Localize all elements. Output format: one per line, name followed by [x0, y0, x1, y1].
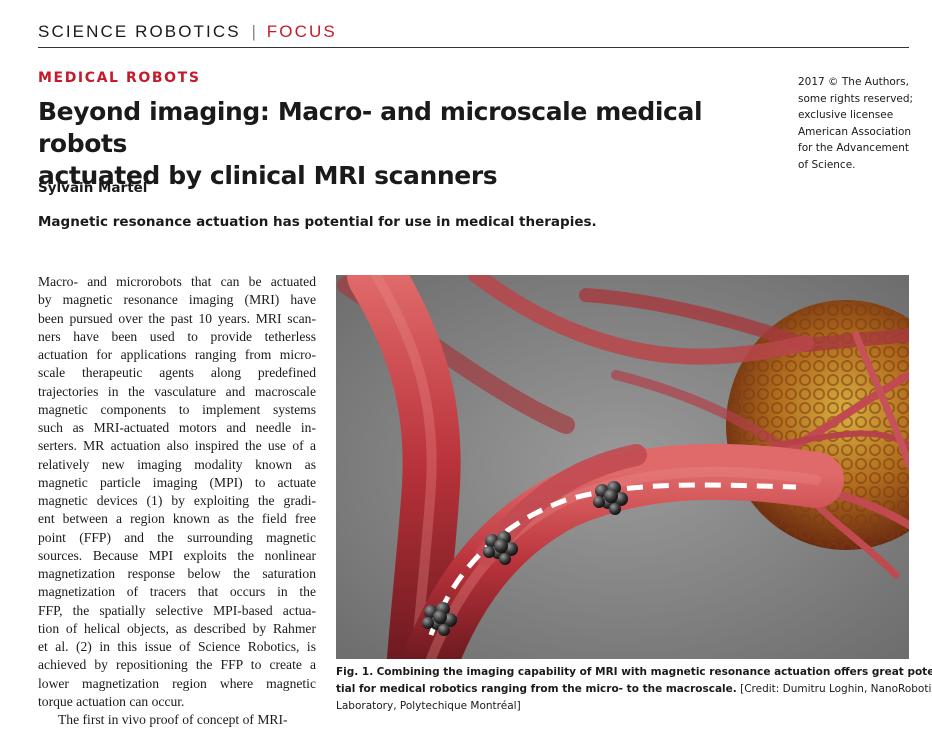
caption-line: tial for medical robotics ranging from t…: [336, 681, 932, 698]
copyright-notice: 2017 © The Authors, some rights reserved…: [798, 74, 918, 173]
figure-image: [336, 275, 909, 659]
body-line: sources. Because MPI exploits the nonlin…: [38, 547, 316, 563]
title-line: actuated by clinical MRI scanners: [38, 161, 498, 190]
copyright-line: of Science.: [798, 158, 856, 171]
body-line: magnetization of tracers that occurs in …: [38, 584, 316, 600]
body-line: FFP, the spatially selective MPI-based a…: [38, 602, 316, 618]
header-rule: [38, 47, 909, 48]
caption-credit: [Credit: Dumitru Loghin, NanoRobotics: [740, 683, 932, 695]
body-text: Macro- and microrobots that can be actua…: [38, 273, 316, 729]
article-summary: Magnetic resonance actuation has potenti…: [38, 214, 597, 230]
body-line: The first in vivo proof of concept of MR…: [58, 712, 288, 727]
copyright-line: for the Advancement: [798, 142, 910, 154]
body-line: by magnetic resonance imaging (MRI) have: [38, 292, 316, 308]
vessel-illustration: [336, 275, 909, 659]
author-name: Sylvain Martel: [38, 180, 148, 196]
body-line: et al. (2) in this issue of Science Robo…: [38, 639, 316, 654]
journal-header: SCIENCE ROBOTICS | FOCUS: [38, 22, 337, 42]
caption-line: Fig. 1. Combining the imaging capability…: [336, 664, 932, 681]
body-line: ners have been used to provide tetherles…: [38, 328, 316, 344]
body-line: actuation for applications ranging from …: [38, 347, 316, 362]
journal-name: SCIENCE ROBOTICS: [38, 22, 241, 41]
body-line: been pursued over the past 10 years. MRI…: [38, 310, 316, 326]
body-line: magnetization response below the saturat…: [38, 566, 316, 581]
figure-caption: Fig. 1. Combining the imaging capability…: [336, 664, 932, 715]
copyright-line: exclusive licensee: [798, 109, 894, 121]
caption-label: Fig. 1.: [336, 666, 374, 678]
body-line: scale therapeutic agents along predefine…: [38, 365, 316, 381]
body-line: point (FFP) and the surrounding magnetic: [38, 529, 316, 545]
body-line: relatively new imaging modality known as: [38, 456, 316, 472]
header-separator: |: [251, 22, 256, 41]
copyright-line: American Association: [798, 125, 912, 138]
body-line: serters. MR actuation also inspired the …: [38, 438, 316, 454]
article-title: Beyond imaging: Macro- and microscale me…: [38, 96, 778, 192]
body-line: trajectories in the vasculature and macr…: [38, 383, 316, 399]
body-line: torque actuation can occur.: [38, 693, 185, 709]
body-line: lower magnetization region where magneti…: [38, 675, 316, 691]
body-line: ent between a region known as the field …: [38, 511, 316, 527]
section-focus: FOCUS: [266, 22, 337, 41]
caption-text: tial for medical robotics ranging from t…: [336, 683, 737, 695]
body-line: achieved by repositioning the FFP to cre…: [38, 657, 316, 673]
caption-credit: Laboratory, Polytechique Montréal]: [336, 700, 521, 712]
body-line: Macro- and microrobots that can be actua…: [38, 274, 316, 289]
body-line: tion of helical objects, as described by…: [38, 620, 316, 636]
title-line: Beyond imaging: Macro- and microscale me…: [38, 97, 703, 158]
copyright-line: 2017 © The Authors,: [798, 76, 909, 88]
body-line: magnetic devices (1) by exploiting the g…: [38, 493, 316, 508]
copyright-line: some rights reserved;: [798, 92, 914, 105]
body-line: magnetic components to implement systems: [38, 401, 316, 417]
caption-text: Combining the imaging capability of MRI …: [376, 666, 932, 678]
article-category: MEDICAL ROBOTS: [38, 70, 201, 86]
body-line: magnetic particle imaging (MPI) to actua…: [38, 474, 316, 490]
body-line: such as MRI-actuated motors and needle i…: [38, 420, 316, 435]
